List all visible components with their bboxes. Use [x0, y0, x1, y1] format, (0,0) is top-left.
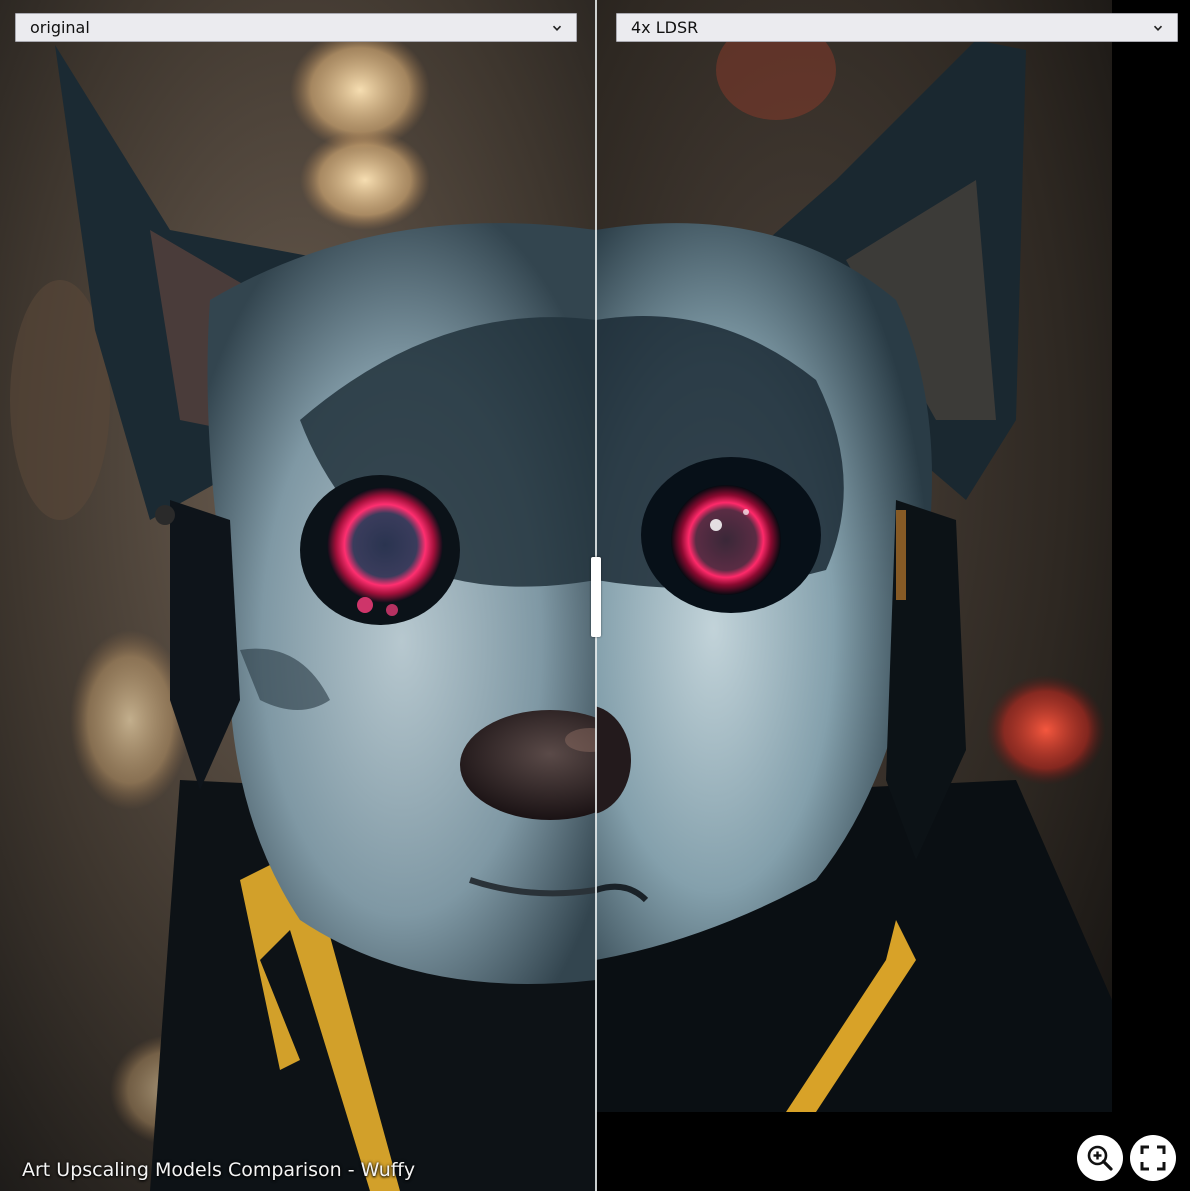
right-model-select[interactable]: 4x LDSR	[616, 13, 1178, 42]
zoom-in-icon	[1087, 1145, 1113, 1171]
original-image-pane	[0, 0, 596, 1191]
right-model-select-value: 4x LDSR	[631, 18, 699, 37]
divider-drag-handle[interactable]	[591, 557, 601, 637]
left-model-select[interactable]: original	[15, 13, 577, 42]
fullscreen-button[interactable]	[1130, 1135, 1176, 1181]
original-image	[0, 0, 596, 1191]
upscaled-image-pane	[596, 0, 1190, 1191]
fullscreen-icon	[1140, 1145, 1166, 1171]
upscaled-image	[596, 0, 1112, 1112]
image-caption: Art Upscaling Models Comparison - Wuffy	[22, 1159, 416, 1181]
zoom-button[interactable]	[1077, 1135, 1123, 1181]
chevron-down-icon	[552, 23, 562, 33]
chevron-down-icon	[1153, 23, 1163, 33]
left-model-select-value: original	[30, 18, 90, 37]
comparison-viewer[interactable]: original 4x LDSR Art Upscaling Models Co…	[0, 0, 1190, 1191]
